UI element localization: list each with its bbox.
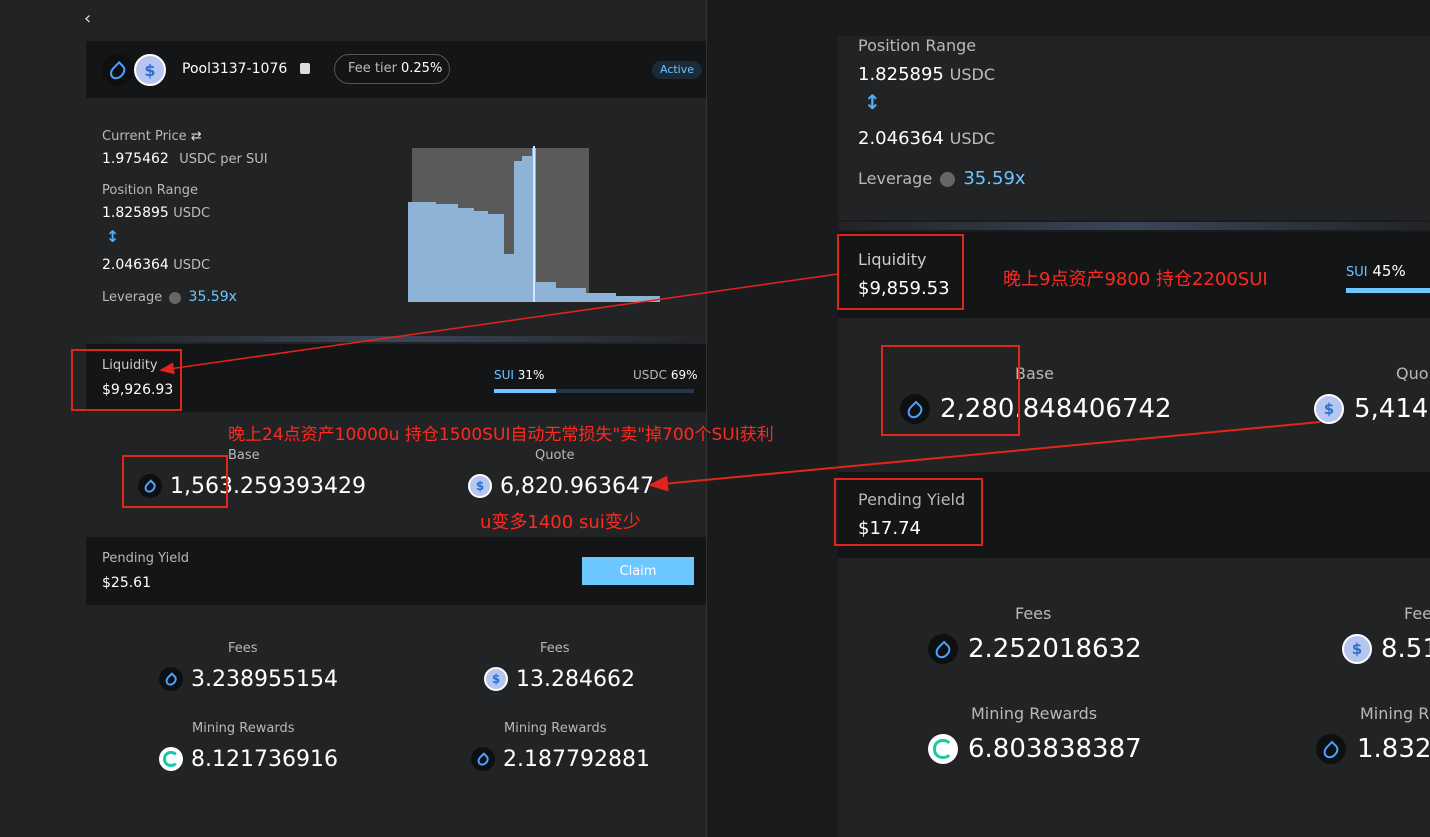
arrow-quote	[648, 421, 1321, 492]
annotation-arrows	[159, 273, 1321, 492]
arrow-liquidity	[159, 273, 839, 375]
